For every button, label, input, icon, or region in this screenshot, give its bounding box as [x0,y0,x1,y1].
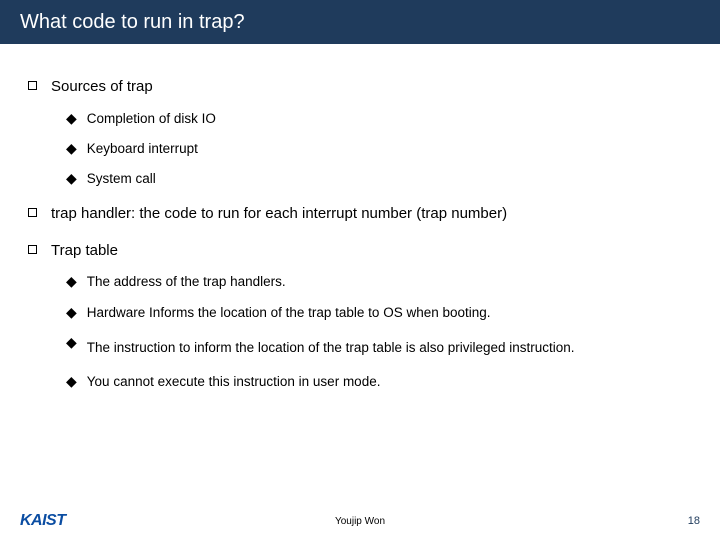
bullet-label: Trap table [51,240,118,263]
slide-title: What code to run in trap? [20,11,245,34]
bullet-label: trap handler: the code to run for each i… [51,203,507,226]
diamond-bullet-icon: ◆ [66,169,77,189]
square-bullet-icon [28,81,37,90]
subbullet-label: Hardware Informs the location of the tra… [87,303,491,323]
bullet-sources: Sources of trap [28,76,692,99]
bullet-label: Sources of trap [51,76,153,99]
square-bullet-icon [28,245,37,254]
subbullet-label: Keyboard interrupt [87,139,198,159]
subbullet: ◆ System call [66,169,692,189]
bullet-handler: trap handler: the code to run for each i… [28,203,692,226]
subbullet: ◆ Hardware Informs the location of the t… [66,303,692,323]
subbullet-label: Completion of disk IO [87,109,216,129]
footer: KAIST Youjip Won 18 [0,512,720,530]
page-number: 18 [688,515,700,527]
subbullet: ◆ Completion of disk IO [66,109,692,129]
subbullet: ◆ The instruction to inform the location… [66,333,692,363]
subbullet: ◆ Keyboard interrupt [66,139,692,159]
subbullet-label: You cannot execute this instruction in u… [87,372,381,392]
bullet-table: Trap table [28,240,692,263]
diamond-bullet-icon: ◆ [66,303,77,323]
slide-body: Sources of trap ◆ Completion of disk IO … [0,44,720,393]
diamond-bullet-icon: ◆ [66,139,77,159]
title-bar: What code to run in trap? [0,0,720,44]
subbullet: ◆ The address of the trap handlers. [66,272,692,292]
subbullet-label: The instruction to inform the location o… [87,333,575,363]
subbullet: ◆ You cannot execute this instruction in… [66,372,692,392]
author-name: Youjip Won [335,516,385,527]
diamond-bullet-icon: ◆ [66,333,77,353]
diamond-bullet-icon: ◆ [66,109,77,129]
diamond-bullet-icon: ◆ [66,272,77,292]
kaist-logo: KAIST [20,512,66,530]
subbullet-label: The address of the trap handlers. [87,272,286,292]
diamond-bullet-icon: ◆ [66,372,77,392]
slide: What code to run in trap? Sources of tra… [0,0,720,540]
square-bullet-icon [28,208,37,217]
subbullet-label: System call [87,169,156,189]
